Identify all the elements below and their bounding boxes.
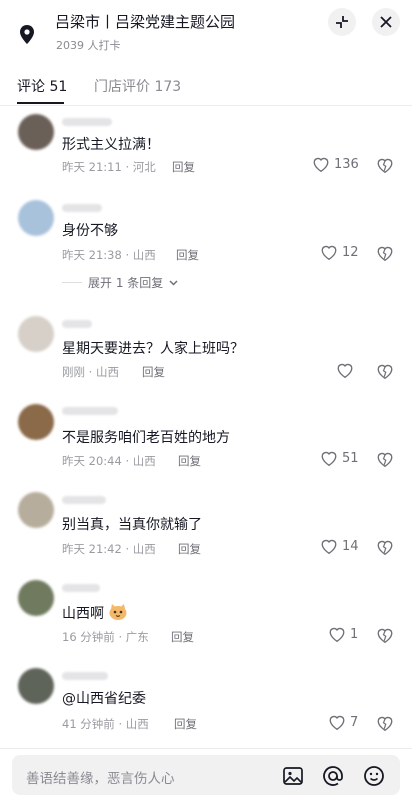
tab-comments[interactable]: 评论 51: [17, 76, 67, 96]
comment-text: 形式主义拉满！: [62, 137, 160, 153]
minimize-button[interactable]: [328, 8, 356, 36]
reply-button[interactable]: 回复: [178, 453, 201, 469]
heart-icon: [321, 451, 337, 467]
username[interactable]: [62, 407, 118, 415]
like-count: 7: [350, 715, 359, 730]
header: 吕梁市丨吕梁党建主题公园 2039 人打卡: [0, 0, 412, 58]
comment-meta: 刚刚 · 山西: [62, 365, 119, 379]
avatar[interactable]: [18, 114, 54, 150]
location-pin-icon: [20, 25, 34, 44]
username[interactable]: [62, 496, 106, 504]
comment-text: 星期天要进去？人家上班吗？: [62, 341, 244, 357]
avatar[interactable]: [18, 316, 54, 352]
like-count: 136: [334, 157, 359, 172]
reply-button[interactable]: 回复: [171, 629, 194, 645]
page-title: 吕梁市丨吕梁党建主题公园: [55, 13, 236, 31]
comment-meta: 昨天 21:38 · 山西: [62, 248, 156, 262]
avatar[interactable]: [18, 404, 54, 440]
tab-store-reviews[interactable]: 门店评价 173: [94, 76, 181, 96]
comment-text-content: 山西啊: [62, 606, 104, 622]
like-count: 1: [350, 627, 359, 642]
reply-button[interactable]: 回复: [178, 541, 201, 557]
expand-replies-button[interactable]: 展开 1 条回复: [62, 274, 178, 291]
username[interactable]: [62, 204, 102, 212]
heart-icon: [321, 539, 337, 555]
reply-button[interactable]: 回复: [174, 716, 197, 732]
chevron-down-icon: [169, 279, 178, 286]
username[interactable]: [62, 118, 112, 126]
avatar[interactable]: [18, 668, 54, 704]
heart-icon: [321, 245, 337, 261]
image-icon[interactable]: [282, 765, 304, 787]
checkin-count: 2039 人打卡: [56, 39, 121, 52]
close-icon: [380, 16, 392, 28]
reply-button[interactable]: 回复: [142, 364, 165, 380]
heart-icon: [329, 627, 345, 643]
comment-input[interactable]: 善语结善缘，恶言伤人心: [12, 755, 400, 795]
reply-button[interactable]: 回复: [172, 159, 195, 175]
expand-replies-label: 展开 1 条回复: [88, 276, 164, 290]
at-icon[interactable]: [322, 765, 344, 787]
username[interactable]: [62, 672, 108, 680]
like-button[interactable]: 136: [312, 156, 359, 173]
reply-button[interactable]: 回复: [176, 247, 199, 263]
like-button[interactable]: 12: [320, 244, 359, 261]
comment-meta: 41 分钟前 · 山西: [62, 717, 149, 731]
like-count: 51: [342, 451, 359, 466]
tab-bar: 评论 51 门店评价 173: [0, 58, 412, 106]
broken-heart-icon[interactable]: [376, 627, 394, 644]
comment-text: 别当真，当真你就输了: [62, 517, 202, 533]
comment-input-placeholder: 善语结善缘，恶言伤人心: [26, 771, 175, 787]
broken-heart-icon[interactable]: [376, 715, 394, 732]
like-count: 14: [342, 539, 359, 554]
username[interactable]: [62, 584, 100, 592]
comment-text: 山西啊: [62, 603, 128, 623]
broken-heart-icon[interactable]: [376, 157, 394, 174]
heart-icon: [337, 363, 353, 379]
comment-text: 不是服务咱们老百姓的地方: [62, 430, 230, 446]
avatar[interactable]: [18, 200, 54, 236]
minimize-icon: [336, 16, 348, 28]
broken-heart-icon[interactable]: [376, 539, 394, 556]
heart-icon: [329, 715, 345, 731]
username[interactable]: [62, 320, 92, 328]
emoji-icon[interactable]: [363, 765, 385, 787]
comment-input-bar: 善语结善缘，恶言伤人心: [0, 748, 412, 800]
close-button[interactable]: [372, 8, 400, 36]
broken-heart-icon[interactable]: [376, 451, 394, 468]
broken-heart-icon[interactable]: [376, 363, 394, 380]
comment-text: 身份不够: [62, 223, 118, 239]
tab-active-indicator: [17, 102, 64, 104]
heart-icon: [313, 157, 329, 173]
comment-meta: 昨天 21:42 · 山西: [62, 542, 156, 556]
comment-meta: 16 分钟前 · 广东: [62, 630, 149, 644]
like-button[interactable]: 7: [328, 714, 358, 731]
avatar[interactable]: [18, 492, 54, 528]
like-count: 12: [342, 245, 359, 260]
like-button[interactable]: 1: [328, 626, 358, 643]
comment-meta: 昨天 20:44 · 山西: [62, 454, 156, 468]
broken-heart-icon[interactable]: [376, 245, 394, 262]
like-button[interactable]: 51: [320, 450, 359, 467]
cat-emoji-icon: [109, 604, 127, 620]
comment-meta: 昨天 21:11 · 河北: [62, 160, 156, 174]
like-button[interactable]: 14: [320, 538, 359, 555]
like-button[interactable]: [336, 362, 358, 379]
comment-text: @山西省纪委: [62, 691, 146, 707]
expand-divider: [62, 282, 82, 283]
avatar[interactable]: [18, 580, 54, 616]
